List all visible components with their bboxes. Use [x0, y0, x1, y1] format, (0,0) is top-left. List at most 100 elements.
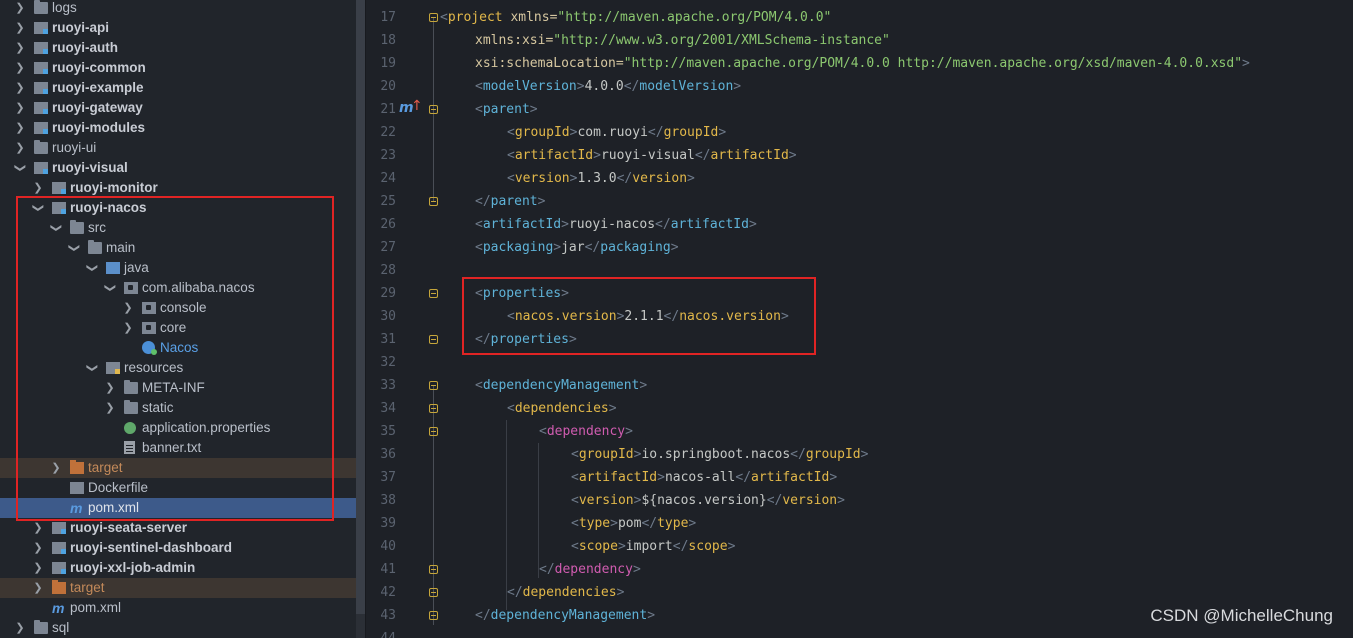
code-line: xmlns:xsi="http://www.w3.org/2001/XMLSch…: [475, 33, 890, 48]
fold-line: [433, 109, 434, 201]
module-folder-icon: [34, 42, 48, 54]
code-line: </dependencyManagement>: [475, 608, 656, 623]
attr-value: "http://maven.apache.org/POM/4.0.0": [557, 10, 832, 25]
line-number: 35: [380, 424, 396, 439]
code-line: <groupId>io.springboot.nacos</groupId>: [571, 447, 869, 462]
tree-item-ruoyi-visual[interactable]: ❯ ruoyi-visual: [0, 158, 356, 178]
chevron-right-icon[interactable]: ❯: [32, 178, 44, 198]
highlight-box-tree: [16, 196, 334, 521]
code-line: <project xmlns="http://maven.apache.org/…: [440, 10, 832, 25]
code-line: <parent>: [475, 102, 538, 117]
code-line: <modelVersion>4.0.0</modelVersion>: [475, 79, 742, 94]
module-folder-icon: [52, 182, 66, 194]
module-folder-icon: [34, 22, 48, 34]
tag-text: ruoyi-visual: [600, 148, 695, 163]
chevron-down-icon[interactable]: ❯: [10, 162, 30, 174]
fold-collapse-icon[interactable]: [429, 427, 438, 436]
fold-expand-icon[interactable]: [429, 611, 438, 620]
code-line: xsi:schemaLocation="http://maven.apache.…: [475, 56, 1250, 71]
tree-item-ruoyi-monitor[interactable]: ❯ ruoyi-monitor: [0, 178, 356, 198]
tag-text: io.springboot.nacos: [641, 447, 791, 462]
fold-collapse-icon[interactable]: [429, 404, 438, 413]
excluded-folder-icon: [52, 580, 66, 594]
code-line: <packaging>jar</packaging>: [475, 240, 679, 255]
tree-item-ruoyi-api[interactable]: ❯ ruoyi-api: [0, 18, 356, 38]
line-number: 20: [380, 79, 396, 94]
tree-item-sql[interactable]: ❯ sql: [0, 618, 356, 638]
fold-collapse-icon[interactable]: [429, 289, 438, 298]
line-number: 43: [380, 608, 396, 623]
line-number: 23: [380, 148, 396, 163]
tag-text: com.ruoyi: [577, 125, 648, 140]
line-number: 36: [380, 447, 396, 462]
line-number: 42: [380, 585, 396, 600]
navigate-parent-arrow-icon[interactable]: ↑: [411, 98, 423, 114]
code-line: <artifactId>nacos-all</artifactId>: [571, 470, 838, 485]
tree-item-target-2[interactable]: ❯ target: [0, 578, 356, 598]
fold-expand-icon[interactable]: [429, 197, 438, 206]
chevron-right-icon[interactable]: ❯: [14, 138, 26, 158]
folder-icon: [34, 140, 48, 154]
module-folder-icon: [52, 562, 66, 574]
tree-item-pom-xml-2[interactable]: m pom.xml: [0, 598, 356, 618]
tree-item-ruoyi-xxl-job-admin[interactable]: ❯ ruoyi-xxl-job-admin: [0, 558, 356, 578]
tree-item-ruoyi-example[interactable]: ❯ ruoyi-example: [0, 78, 356, 98]
fold-expand-icon[interactable]: [429, 588, 438, 597]
line-number: 40: [380, 539, 396, 554]
fold-expand-icon[interactable]: [429, 335, 438, 344]
fold-expand-icon[interactable]: [429, 565, 438, 574]
chevron-right-icon[interactable]: ❯: [14, 98, 26, 118]
attr-value: "http://maven.apache.org/POM/4.0.0 http:…: [623, 56, 1243, 71]
tree-item-ruoyi-common[interactable]: ❯ ruoyi-common: [0, 58, 356, 78]
chevron-right-icon[interactable]: ❯: [32, 558, 44, 578]
tree-item-ruoyi-modules[interactable]: ❯ ruoyi-modules: [0, 118, 356, 138]
chevron-right-icon[interactable]: ❯: [14, 58, 26, 78]
tree-scrollbar-thumb[interactable]: [356, 0, 365, 614]
module-folder-icon: [34, 162, 48, 174]
watermark: CSDN @MichelleChung: [1150, 606, 1333, 625]
line-number: 34: [380, 401, 396, 416]
code-line: <artifactId>ruoyi-nacos</artifactId>: [475, 217, 757, 232]
code-line: <version>${nacos.version}</version>: [571, 493, 845, 508]
chevron-right-icon[interactable]: ❯: [32, 518, 44, 538]
code-line: <scope>import</scope>: [571, 539, 736, 554]
module-folder-icon: [34, 102, 48, 114]
line-number: 44: [366, 627, 396, 638]
tag-text: 1.3.0: [577, 171, 617, 186]
module-folder-icon: [34, 122, 48, 134]
tree-item-logs[interactable]: ❯ logs: [0, 0, 356, 18]
module-folder-icon: [52, 522, 66, 534]
code-line: <dependencyManagement>: [475, 378, 648, 393]
line-number: 22: [380, 125, 396, 140]
chevron-right-icon[interactable]: ❯: [14, 118, 26, 138]
fold-collapse-icon[interactable]: [429, 105, 438, 114]
chevron-right-icon[interactable]: ❯: [14, 618, 26, 638]
folder-icon: [34, 0, 48, 14]
tree-item-ruoyi-seata-server[interactable]: ❯ ruoyi-seata-server: [0, 518, 356, 538]
tree-item-ruoyi-gateway[interactable]: ❯ ruoyi-gateway: [0, 98, 356, 118]
chevron-right-icon[interactable]: ❯: [32, 538, 44, 558]
code-line: <dependency>: [539, 424, 633, 439]
tag-text: ${nacos.version}: [641, 493, 767, 508]
tag-text: jar: [561, 240, 585, 255]
code-line: <type>pom</type>: [571, 516, 697, 531]
chevron-right-icon[interactable]: ❯: [14, 78, 26, 98]
fold-collapse-icon[interactable]: [429, 13, 438, 22]
tag-text: pom: [617, 516, 642, 531]
chevron-right-icon[interactable]: ❯: [14, 18, 26, 38]
chevron-right-icon[interactable]: ❯: [32, 578, 44, 598]
chevron-right-icon[interactable]: ❯: [14, 0, 26, 18]
tree-item-ruoyi-auth[interactable]: ❯ ruoyi-auth: [0, 38, 356, 58]
folder-icon: [34, 620, 48, 634]
fold-collapse-icon[interactable]: [429, 381, 438, 390]
code-line: </parent>: [475, 194, 546, 209]
code-line: <artifactId>ruoyi-visual</artifactId>: [507, 148, 797, 163]
tree-item-ruoyi-ui[interactable]: ❯ ruoyi-ui: [0, 138, 356, 158]
chevron-right-icon[interactable]: ❯: [14, 38, 26, 58]
line-number: 27: [380, 240, 396, 255]
line-number: 32: [380, 355, 396, 370]
tag-text: ruoyi-nacos: [568, 217, 656, 232]
line-number: 19: [380, 56, 396, 71]
tree-item-ruoyi-sentinel-dashboard[interactable]: ❯ ruoyi-sentinel-dashboard: [0, 538, 356, 558]
line-number: 18: [380, 33, 396, 48]
